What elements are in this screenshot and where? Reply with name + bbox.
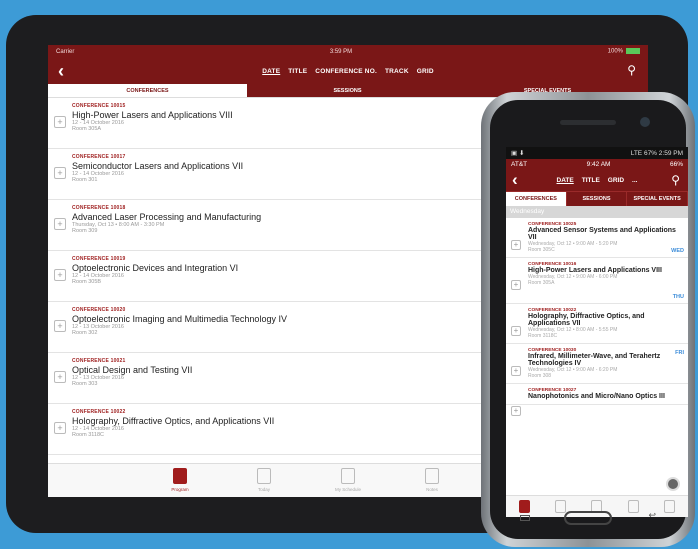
clock: 3:59 PM: [329, 48, 353, 55]
tablet-status-bar: Carrier 3:59 PM 100%: [48, 45, 648, 58]
android-clock: LTE 67% 2:59 PM: [630, 149, 683, 157]
conference-room: Room 305A: [528, 280, 555, 286]
back-icon[interactable]: ↩: [648, 510, 656, 521]
camera-icon: [640, 117, 650, 127]
add-icon[interactable]: +: [511, 280, 521, 290]
list-item[interactable]: + CONFERENCE 10016 High-Power Lasers and…: [506, 258, 688, 304]
battery-indicator: 66%: [669, 160, 683, 168]
recent-apps-icon[interactable]: [520, 515, 530, 521]
add-icon[interactable]: +: [511, 366, 521, 376]
tab-conferences[interactable]: CONFERENCES: [506, 192, 567, 206]
conference-title: Infrared, Millimeter-Wave, and Terahertz…: [528, 353, 661, 367]
add-icon[interactable]: +: [511, 240, 521, 250]
tabbar-label: My Schedule: [334, 487, 361, 492]
earpiece: [560, 120, 616, 125]
tab-sessions[interactable]: SESSIONS: [566, 192, 628, 206]
carrier-label: Carrier: [56, 48, 75, 55]
search-icon[interactable]: ⚲: [671, 173, 680, 187]
tabbar-today[interactable]: Today: [239, 464, 289, 497]
tabbar-label: Today: [257, 487, 270, 492]
conference-title: Nanophotonics and Micro/Nano Optics III: [528, 393, 665, 400]
tabbar-notes[interactable]: Notes: [407, 464, 457, 497]
nav-grid[interactable]: GRID: [608, 177, 624, 184]
conference-title: Advanced Sensor Systems and Applications…: [528, 227, 676, 241]
day-header: Wednesday: [506, 206, 688, 218]
list-item[interactable]: + CONFERENCE 10025 Advanced Sensor Syste…: [506, 218, 688, 258]
list-item[interactable]: + CONFERENCE 10027 Nanophotonics and Mic…: [506, 384, 688, 416]
add-icon[interactable]: +: [511, 406, 521, 416]
tablet-nav-bar: ‹ DATE TITLE CONFERENCE NO. TRACK GRID ⚲: [48, 58, 648, 84]
clock: 9:42 AM: [586, 160, 611, 168]
calendar-icon: [257, 468, 271, 484]
nav-title[interactable]: TITLE: [288, 68, 307, 75]
calendar-icon[interactable]: [555, 500, 567, 513]
nav-title[interactable]: TITLE: [582, 177, 600, 184]
add-icon[interactable]: +: [54, 422, 66, 434]
nav-conference-no[interactable]: CONFERENCE NO.: [315, 68, 377, 75]
android-status-bar: ▣ ⬇ LTE 67% 2:59 PM: [506, 147, 688, 159]
add-icon[interactable]: +: [54, 116, 66, 128]
tab-special-events[interactable]: SPECIAL EVENTS: [627, 192, 688, 206]
tab-sessions[interactable]: SESSIONS: [248, 84, 448, 97]
back-chevron-icon[interactable]: ‹: [58, 61, 64, 82]
list-item[interactable]: + CONFERENCE 10022 Holography, Diffracti…: [506, 304, 688, 344]
phone-segment-tabs: CONFERENCES SESSIONS SPECIAL EVENTS: [506, 191, 688, 206]
add-icon[interactable]: +: [54, 218, 66, 230]
conference-title: High-Power Lasers and Applications VIII: [528, 267, 662, 274]
home-button[interactable]: [564, 511, 612, 525]
tab-conferences[interactable]: CONFERENCES: [48, 84, 248, 97]
add-icon[interactable]: +: [54, 371, 66, 383]
tabbar-program[interactable]: Program: [155, 464, 205, 497]
day-index-label[interactable]: THU: [673, 294, 684, 300]
day-index-label[interactable]: FRI: [675, 350, 684, 356]
tabbar-label: Notes: [426, 487, 438, 492]
add-icon[interactable]: +: [54, 269, 66, 281]
phone-bezel: ▣ ⬇ LTE 67% 2:59 PM AT&T 9:42 AM 66% ‹ D…: [490, 100, 688, 539]
add-icon[interactable]: +: [511, 326, 521, 336]
phone-nav-bar: ‹ DATE TITLE GRID ... ⚲: [506, 169, 688, 191]
conference-room: Room 305C: [528, 247, 555, 253]
nav-date[interactable]: DATE: [557, 177, 574, 184]
tabbar-my-schedule[interactable]: My Schedule: [323, 464, 373, 497]
book-icon: [173, 468, 187, 484]
nav-grid[interactable]: GRID: [417, 68, 434, 75]
conference-room: Room 308: [528, 373, 552, 379]
carrier-label: AT&T: [511, 160, 528, 168]
notification-icons: ▣ ⬇: [511, 150, 525, 157]
day-index-label[interactable]: WED: [671, 248, 684, 254]
list-item[interactable]: + CONFERENCE 10030 Infrared, Millimeter-…: [506, 344, 688, 384]
phone-device: ▣ ⬇ LTE 67% 2:59 PM AT&T 9:42 AM 66% ‹ D…: [481, 92, 695, 547]
ios-status-bar: AT&T 9:42 AM 66%: [506, 159, 688, 169]
battery-icon: [626, 48, 640, 55]
nav-date[interactable]: DATE: [262, 68, 280, 75]
conference-title: Holography, Diffractive Optics, and Appl…: [528, 313, 645, 327]
search-icon[interactable]: [664, 500, 676, 513]
add-icon[interactable]: +: [54, 167, 66, 179]
back-chevron-icon[interactable]: ‹: [512, 170, 518, 190]
phone-screen: ▣ ⬇ LTE 67% 2:59 PM AT&T 9:42 AM 66% ‹ D…: [506, 147, 688, 517]
conference-room: Room 3118C: [528, 333, 558, 339]
schedule-icon: [341, 468, 355, 484]
floating-action-button[interactable]: [666, 477, 680, 491]
book-icon[interactable]: [518, 500, 530, 513]
notes-icon: [425, 468, 439, 484]
add-icon[interactable]: +: [54, 320, 66, 332]
nav-more[interactable]: ...: [632, 177, 637, 184]
search-icon[interactable]: ⚲: [627, 63, 636, 77]
battery-indicator: 100%: [608, 48, 640, 55]
nav-track[interactable]: TRACK: [385, 68, 409, 75]
tabbar-label: Program: [171, 487, 189, 492]
notes-icon[interactable]: [627, 500, 639, 513]
